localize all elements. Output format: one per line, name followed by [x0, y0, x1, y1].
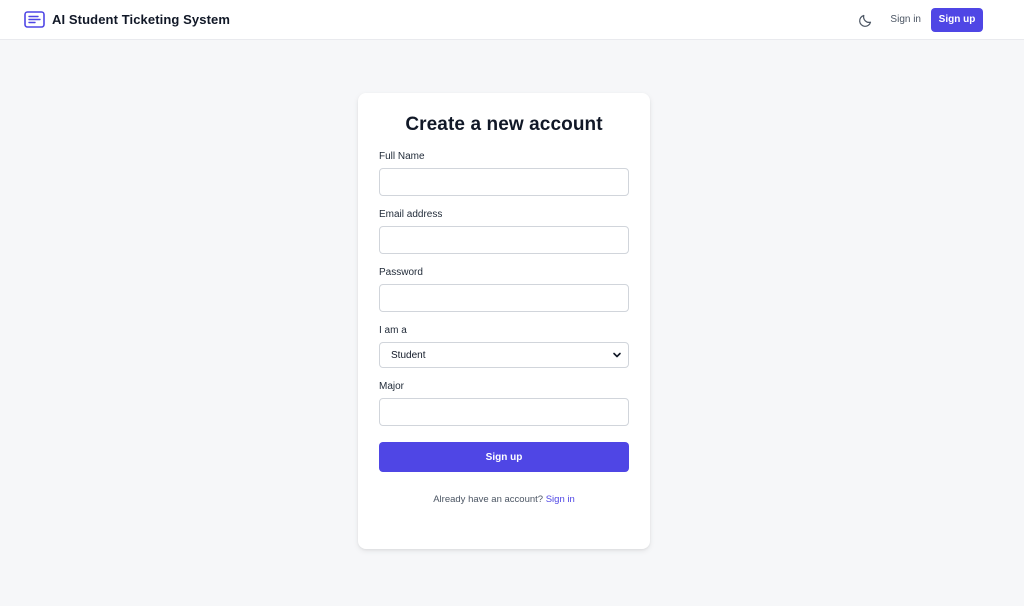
- signin-prompt-text: Already have an account?: [433, 494, 544, 505]
- full-name-label: Full Name: [379, 151, 425, 162]
- signup-submit-button[interactable]: Sign up: [379, 442, 629, 472]
- signin-prompt: Already have an account? Sign in: [379, 494, 629, 505]
- list-box-icon: [24, 11, 45, 28]
- brand[interactable]: AI Student Ticketing System: [24, 11, 230, 28]
- header-signin-link[interactable]: Sign in: [890, 14, 921, 25]
- email-input[interactable]: [379, 226, 629, 254]
- password-group: Password: [379, 267, 629, 312]
- email-group: Email address: [379, 209, 629, 254]
- password-input[interactable]: [379, 284, 629, 312]
- email-label: Email address: [379, 209, 443, 220]
- signup-card: Create a new account Full Name Email add…: [358, 93, 650, 549]
- role-label: I am a: [379, 325, 407, 336]
- full-name-group: Full Name: [379, 151, 629, 196]
- chevron-down-icon: [612, 350, 622, 360]
- major-input[interactable]: [379, 398, 629, 426]
- form-title: Create a new account: [405, 114, 603, 135]
- password-label: Password: [379, 267, 423, 278]
- full-name-input[interactable]: [379, 168, 629, 196]
- signin-link[interactable]: Sign in: [546, 494, 575, 505]
- role-select[interactable]: Student: [379, 342, 629, 368]
- app-title: AI Student Ticketing System: [52, 12, 230, 27]
- top-navbar: AI Student Ticketing System Sign in Sign…: [0, 0, 1024, 40]
- moon-icon[interactable]: [858, 12, 874, 28]
- header-signup-button[interactable]: Sign up: [931, 7, 983, 32]
- major-label: Major: [379, 381, 405, 392]
- nav-actions: Sign in Sign up: [858, 7, 983, 32]
- role-selected-value: Student: [391, 349, 426, 361]
- role-group: I am a Student: [379, 325, 629, 368]
- major-group: Major: [379, 381, 629, 426]
